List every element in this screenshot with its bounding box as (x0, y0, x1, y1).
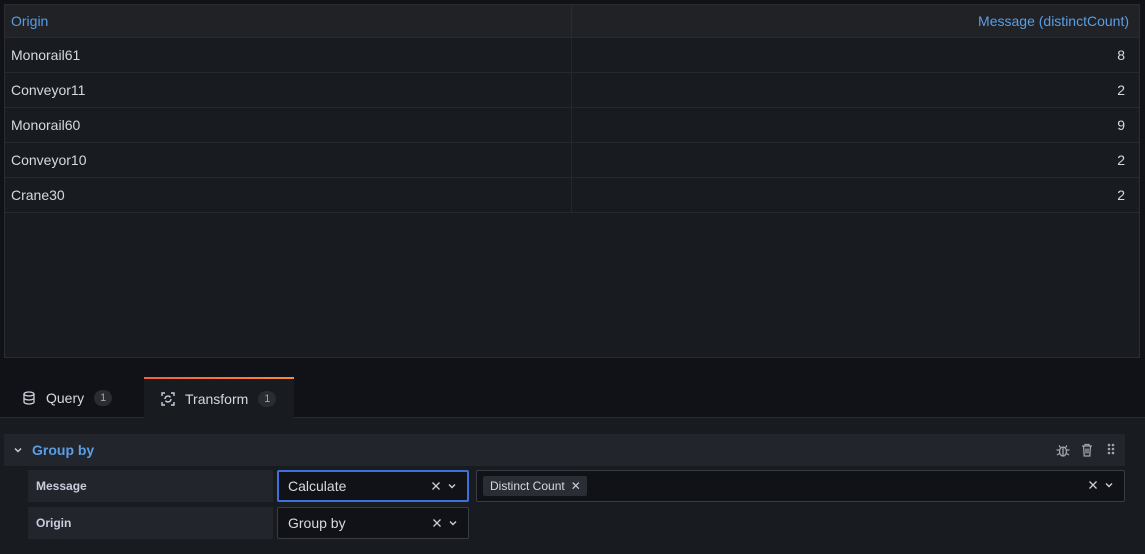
cell-origin: Monorail61 (5, 38, 572, 72)
table-header: Origin Message (distinctCount) (5, 5, 1139, 38)
bug-icon[interactable] (1055, 442, 1071, 458)
transform-header[interactable]: Group by (4, 434, 1125, 466)
mode-select-origin[interactable]: Group by (277, 507, 469, 539)
table-row: Monorail60 9 (5, 108, 1139, 143)
table-row: Conveyor11 2 (5, 73, 1139, 108)
cell-origin: Monorail60 (5, 108, 572, 142)
transform-icon (161, 391, 175, 406)
cell-count: 2 (1117, 82, 1125, 98)
trash-icon[interactable] (1079, 442, 1095, 458)
cell-count: 2 (1117, 187, 1125, 203)
transform-title: Group by (32, 442, 95, 458)
editor-tabs: Query 1 Transform 1 (0, 377, 1145, 418)
cell-origin: Crane30 (5, 178, 572, 212)
tab-query-label: Query (46, 389, 85, 406)
remove-chip-icon[interactable]: ✕ (571, 479, 581, 493)
cell-count: 8 (1117, 47, 1125, 63)
transform-editor: Group by Message Calculate Distinct Coun… (0, 418, 1145, 554)
mode-select-value: Calculate (288, 478, 347, 494)
clear-icon[interactable] (431, 478, 441, 494)
calculations-select[interactable]: Distinct Count ✕ (476, 470, 1125, 502)
mode-select-value: Group by (288, 515, 346, 531)
clear-icon[interactable] (1088, 477, 1098, 495)
cell-origin: Conveyor10 (5, 143, 572, 177)
table-row: Monorail61 8 (5, 38, 1139, 73)
drag-handle-icon[interactable] (1103, 442, 1119, 458)
chevron-down-icon[interactable] (448, 515, 458, 531)
cell-origin: Conveyor11 (5, 73, 572, 107)
field-label-message: Message (28, 470, 273, 502)
field-label-origin: Origin (28, 507, 273, 539)
column-header-origin[interactable]: Origin (5, 5, 572, 37)
tab-transform-label: Transform (185, 390, 249, 407)
mode-select-message[interactable]: Calculate (277, 470, 469, 502)
tab-transform-count: 1 (258, 390, 277, 407)
table-row: Crane30 2 (5, 178, 1139, 213)
column-header-message[interactable]: Message (distinctCount) (572, 5, 1139, 37)
tab-query[interactable]: Query 1 (6, 377, 128, 418)
tab-transform[interactable]: Transform 1 (144, 377, 294, 418)
calculation-chip-label: Distinct Count (490, 479, 565, 493)
cell-count: 9 (1117, 117, 1125, 133)
table-row: Conveyor10 2 (5, 143, 1139, 178)
chevron-down-icon[interactable] (1104, 477, 1114, 495)
cell-count: 2 (1117, 152, 1125, 168)
tab-query-count: 1 (94, 389, 113, 406)
chevron-down-icon[interactable] (4, 445, 32, 455)
database-icon (22, 390, 36, 405)
chevron-down-icon[interactable] (447, 478, 457, 494)
calculation-chip: Distinct Count ✕ (483, 476, 587, 496)
table-panel: Origin Message (distinctCount) Monorail6… (4, 4, 1140, 358)
clear-icon[interactable] (432, 515, 442, 531)
